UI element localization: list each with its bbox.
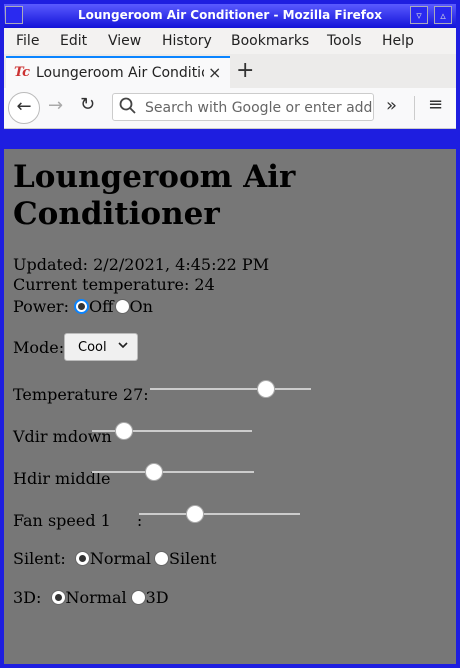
url-bar[interactable]	[112, 93, 374, 121]
search-icon	[119, 97, 137, 119]
temperature-slider-thumb[interactable]	[256, 380, 275, 398]
hdir-slider-track[interactable]	[92, 471, 254, 473]
overflow-chevron-icon[interactable]: »	[386, 95, 397, 116]
navigation-bar: ← → ↻ » ≡	[4, 88, 456, 129]
mode-select[interactable]: Cool	[64, 333, 138, 361]
hamburger-menu-icon[interactable]: ≡	[428, 94, 443, 115]
back-button[interactable]: ←	[8, 92, 40, 124]
vdir-slider-thumb[interactable]	[115, 422, 133, 440]
silent-normal-label: Normal	[89, 549, 151, 568]
menu-bookmarks[interactable]: Bookmarks	[231, 33, 309, 49]
power-on-label: On	[129, 297, 153, 316]
threed-row: 3D: Normal 3D	[13, 588, 169, 607]
fan-speed-slider-track[interactable]	[139, 513, 300, 515]
hdir-slider-thumb[interactable]	[144, 463, 163, 481]
tab-title: Loungeroom Air Conditio	[36, 65, 204, 81]
temperature-label: Temperature 27:	[13, 385, 149, 404]
threed-3d-label: 3D	[145, 588, 169, 607]
menu-view[interactable]: View	[108, 33, 141, 49]
threed-normal-label: Normal	[65, 588, 127, 607]
silent-row: Silent: Normal Silent	[13, 549, 216, 568]
temperature-slider-track[interactable]	[150, 388, 311, 390]
forward-button[interactable]: →	[48, 95, 63, 116]
mode-select-value: Cool	[78, 340, 107, 355]
threed-3d-radio[interactable]	[130, 590, 146, 605]
page-title: Loungeroom Air Conditioner	[13, 159, 296, 232]
menu-file[interactable]: File	[16, 33, 39, 49]
power-on-radio[interactable]	[114, 299, 130, 314]
updated-text: Updated: 2/2/2021, 4:45:22 PM	[13, 255, 270, 274]
power-off-radio[interactable]	[74, 299, 90, 314]
reload-button[interactable]: ↻	[80, 94, 95, 115]
page-content: Loungeroom Air Conditioner Updated: 2/2/…	[4, 149, 456, 664]
new-tab-button[interactable]: +	[236, 58, 254, 83]
menu-edit[interactable]: Edit	[60, 33, 87, 49]
menu-history[interactable]: History	[162, 33, 212, 49]
favicon-icon: Tc	[14, 65, 31, 80]
search-input[interactable]	[143, 97, 373, 119]
chevron-down-icon	[117, 339, 129, 354]
threed-normal-radio[interactable]	[50, 590, 66, 605]
power-off-label: Off	[89, 297, 114, 316]
menu-tools[interactable]: Tools	[327, 33, 362, 49]
silent-normal-radio[interactable]	[74, 551, 90, 566]
current-temperature-text: Current temperature: 24	[13, 275, 215, 294]
threed-label: 3D:	[13, 588, 42, 607]
tab-loungeroom[interactable]: Tc Loungeroom Air Conditio ×	[6, 56, 230, 88]
silent-label: Silent:	[13, 549, 66, 568]
power-label: Power:	[13, 297, 69, 316]
minimize-button[interactable]: ▿	[410, 6, 428, 24]
fan-speed-label: Fan speed 1	[13, 511, 111, 530]
close-tab-icon[interactable]: ×	[208, 63, 221, 82]
toolbar-divider	[414, 96, 415, 120]
fan-speed-slider-thumb[interactable]	[186, 505, 205, 523]
menu-bar: File Edit View History Bookmarks Tools H…	[4, 28, 456, 55]
window-title: Loungeroom Air Conditioner - Mozilla Fir…	[78, 8, 382, 22]
maximize-button[interactable]: ▵	[434, 6, 452, 24]
tab-bar: Tc Loungeroom Air Conditio × +	[4, 54, 456, 88]
fan-speed-row: Fan speed 1:	[13, 511, 142, 530]
silent-silent-label: Silent	[169, 549, 217, 568]
silent-silent-radio[interactable]	[154, 551, 169, 566]
title-bar: Loungeroom Air Conditioner - Mozilla Fir…	[4, 4, 456, 28]
power-row: Power: Off On	[13, 297, 153, 316]
browser-window: Loungeroom Air Conditioner - Mozilla Fir…	[0, 0, 460, 668]
mode-label: Mode:	[13, 338, 65, 357]
menu-help[interactable]: Help	[382, 33, 414, 49]
